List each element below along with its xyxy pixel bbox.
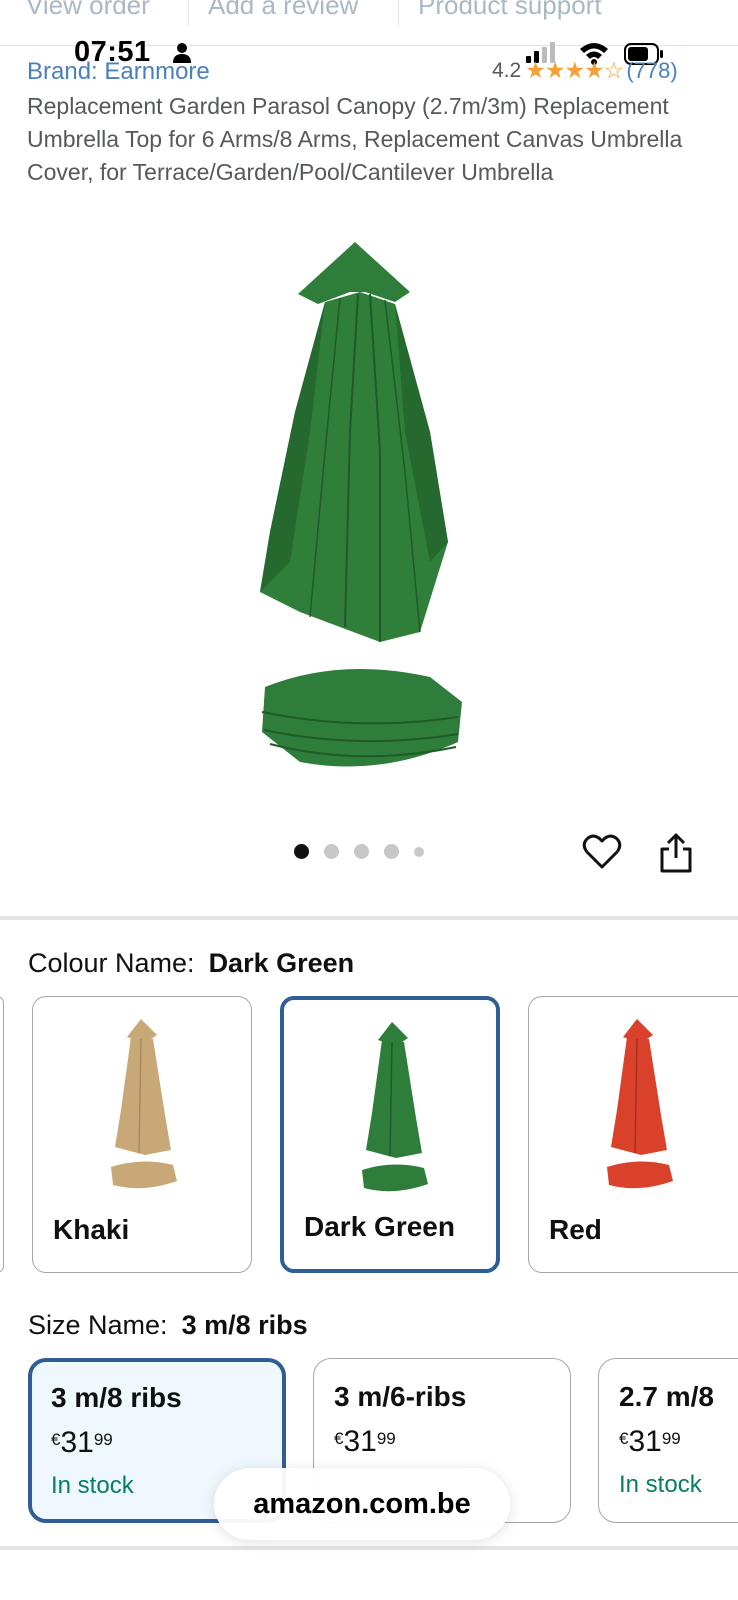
share-icon[interactable] bbox=[659, 832, 693, 874]
browser-url-bar[interactable]: amazon.com.be bbox=[214, 1468, 510, 1540]
tab-add-review[interactable]: Add a review bbox=[208, 0, 358, 21]
browser-url-text: amazon.com.be bbox=[253, 1487, 471, 1520]
gallery-dot[interactable] bbox=[414, 846, 424, 857]
colour-label: Colour Name: bbox=[28, 948, 195, 978]
swatch-label: Khaki bbox=[53, 1214, 130, 1245]
rating-count[interactable]: (778) bbox=[626, 58, 677, 84]
size-option-stock: In stock bbox=[619, 1471, 702, 1498]
swatch-thumbnail bbox=[111, 1019, 177, 1189]
tab-product-support[interactable]: Product support bbox=[418, 0, 602, 21]
section-divider bbox=[0, 916, 738, 920]
size-option-name: 2.7 m/8 bbox=[619, 1381, 714, 1412]
size-label-row: Size Name: 3 m/8 ribs bbox=[28, 1310, 308, 1341]
section-divider bbox=[0, 1546, 738, 1550]
rating-summary[interactable]: 4.2 ★★★★☆ (778) bbox=[492, 57, 678, 84]
gallery-dot[interactable] bbox=[384, 844, 399, 859]
swatch-label: Dark Green bbox=[304, 1211, 455, 1242]
size-option-price: €31 99 bbox=[334, 1425, 396, 1458]
size-option-name: 3 m/6-ribs bbox=[334, 1381, 467, 1412]
size-option-name: 3 m/8 ribs bbox=[51, 1382, 182, 1413]
product-image[interactable] bbox=[230, 232, 500, 792]
colour-label-row: Colour Name: Dark Green bbox=[28, 948, 354, 979]
colour-swatch-dark-green[interactable]: Dark Green bbox=[280, 996, 500, 1273]
swatch-label: Red bbox=[549, 1214, 602, 1245]
colour-selected: Dark Green bbox=[208, 948, 355, 978]
star-rating-icon: ★★★★☆ bbox=[525, 57, 624, 83]
rating-value: 4.2 bbox=[492, 58, 522, 82]
product-title: Replacement Garden Parasol Canopy (2.7m/… bbox=[27, 93, 683, 185]
size-selected: 3 m/8 ribs bbox=[181, 1310, 308, 1340]
swatch-offscreen-edge[interactable] bbox=[0, 996, 4, 1273]
size-option-price: €31 99 bbox=[619, 1425, 681, 1458]
colour-swatch-khaki[interactable]: Khaki bbox=[32, 996, 252, 1273]
tab-divider bbox=[398, 0, 399, 26]
gallery-pagination[interactable] bbox=[294, 844, 424, 859]
colour-swatch-red[interactable]: Red bbox=[528, 996, 738, 1273]
brand-link[interactable]: Brand: Earnmore bbox=[27, 58, 210, 86]
folded-canopy-illustration bbox=[261, 669, 462, 767]
size-option-price: €31 99 bbox=[51, 1426, 113, 1459]
gallery-dot[interactable] bbox=[324, 844, 339, 859]
gallery-dot[interactable] bbox=[294, 844, 309, 859]
swatch-thumbnail bbox=[362, 1022, 428, 1192]
gallery-dot[interactable] bbox=[354, 844, 369, 859]
size-option-2-7m-8-ribs[interactable]: 2.7 m/8 €31 99 In stock bbox=[598, 1358, 738, 1523]
size-label: Size Name: bbox=[28, 1310, 168, 1340]
tab-divider bbox=[188, 0, 189, 26]
canopy-illustration bbox=[260, 242, 448, 642]
tab-view-order[interactable]: View order bbox=[26, 0, 150, 21]
heart-icon[interactable] bbox=[582, 832, 622, 872]
swatch-thumbnail bbox=[607, 1019, 673, 1189]
